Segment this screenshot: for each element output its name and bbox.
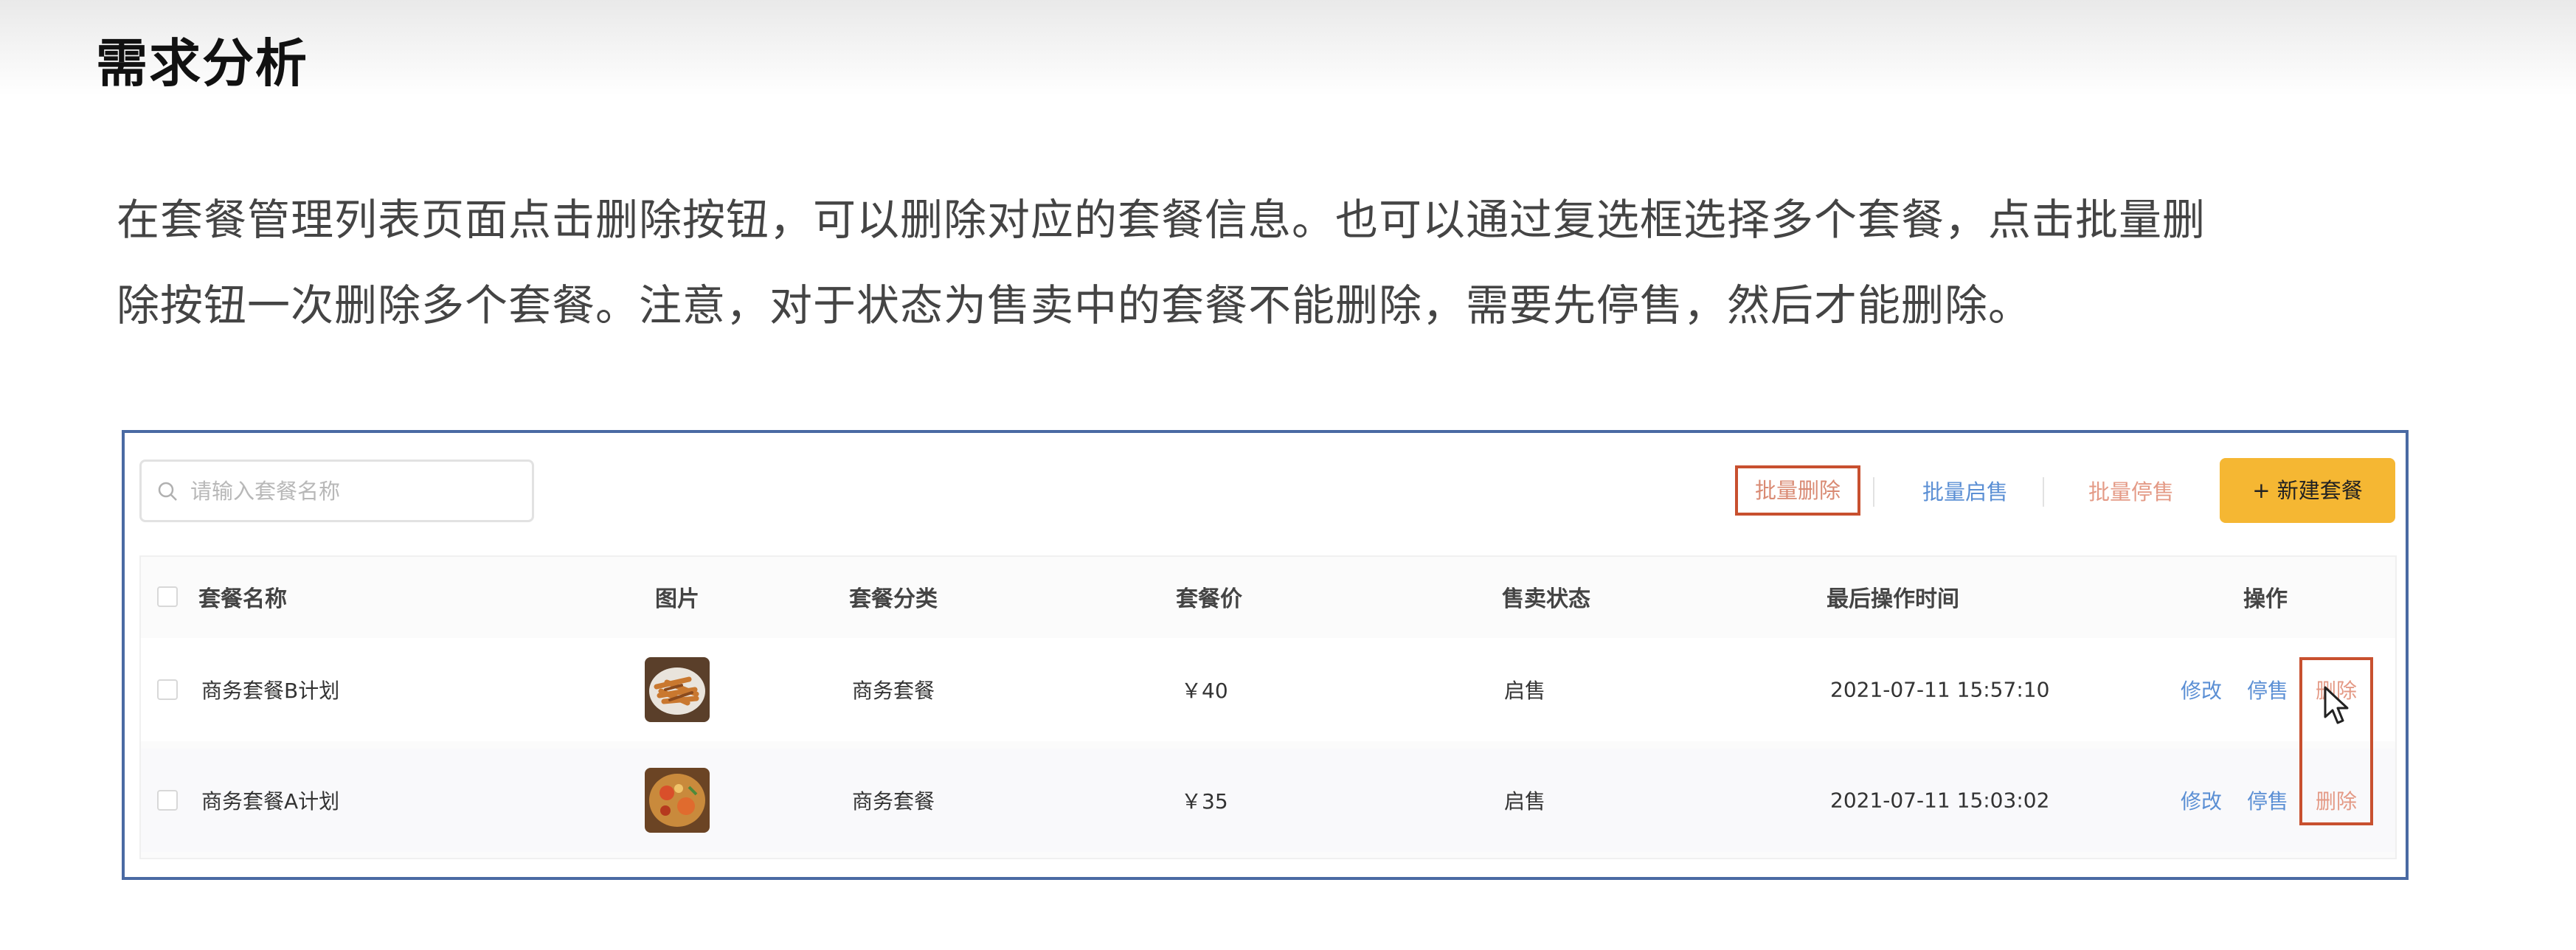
combo-image	[645, 657, 710, 722]
table-header: 套餐名称 图片 套餐分类 套餐价 售卖状态 最后操作时间 操作	[141, 560, 2395, 634]
column-header: 售卖状态	[1502, 586, 1590, 612]
search-input[interactable]	[189, 477, 502, 505]
column-header: 套餐分类	[849, 586, 938, 612]
toolbar-divider	[1873, 477, 1874, 507]
new-combo-button[interactable]: + 新建套餐	[2220, 458, 2395, 523]
combo-name: 商务套餐B计划	[201, 679, 340, 703]
description-line-1: 在套餐管理列表页面点击删除按钮，可以删除对应的套餐信息。也可以通过复选框选择多个…	[117, 195, 2206, 245]
table-row: 商务套餐A计划 商务套餐 ￥35 启售 2021-07-11 15:03:02 …	[141, 749, 2395, 852]
table-row: 商务套餐B计划 商务套餐 ￥40 启售 2021-07-11 15:57:10 …	[141, 638, 2395, 741]
header-shade	[0, 0, 2576, 96]
combo-price: ￥35	[1181, 789, 1228, 814]
combo-image	[645, 768, 710, 833]
combo-table: 套餐名称 图片 套餐分类 套餐价 售卖状态 最后操作时间 操作 商务套餐B计划 …	[139, 555, 2397, 859]
description-line-2: 除按钮一次删除多个套餐。注意，对于状态为售卖中的套餐不能删除，需要先停售，然后才…	[117, 280, 2032, 330]
disable-link[interactable]: 停售	[2247, 786, 2288, 815]
combo-price: ￥40	[1181, 679, 1228, 703]
last-modified-time: 2021-07-11 15:03:02	[1830, 788, 2050, 813]
page-title: 需求分析	[96, 33, 308, 94]
column-header: 图片	[655, 586, 699, 612]
last-modified-time: 2021-07-11 15:57:10	[1830, 677, 2050, 702]
search-icon	[158, 482, 177, 501]
select-all-checkbox[interactable]	[157, 586, 178, 607]
search-box[interactable]	[139, 460, 534, 522]
toolbar-divider	[2043, 477, 2044, 507]
row-checkbox[interactable]	[157, 679, 178, 700]
column-header: 最后操作时间	[1827, 586, 1959, 612]
batch-delete-button[interactable]: 批量删除	[1735, 465, 1860, 516]
row-checkbox[interactable]	[157, 790, 178, 811]
edit-link[interactable]: 修改	[2181, 675, 2222, 704]
combo-name: 商务套餐A计划	[201, 789, 340, 814]
batch-enable-button[interactable]: 批量启售	[1891, 470, 2039, 514]
combo-category: 商务套餐	[852, 679, 935, 703]
combo-status: 启售	[1504, 679, 1546, 703]
combo-category: 商务套餐	[852, 789, 935, 814]
disable-link[interactable]: 停售	[2247, 675, 2288, 704]
screenshot-frame: 批量删除 批量启售 批量停售 + 新建套餐 套餐名称 图片 套餐分类 套餐价 售…	[122, 430, 2409, 880]
column-header: 套餐名称	[198, 586, 287, 612]
description: 在套餐管理列表页面点击删除按钮，可以删除对应的套餐信息。也可以通过复选框选择多个…	[117, 177, 2433, 348]
column-header: 操作	[2243, 586, 2288, 612]
delete-column-highlight	[2299, 657, 2373, 825]
edit-link[interactable]: 修改	[2181, 786, 2222, 815]
column-header: 套餐价	[1176, 586, 1242, 612]
batch-disable-button[interactable]: 批量停售	[2057, 470, 2205, 514]
mouse-cursor-icon	[2324, 686, 2349, 724]
combo-status: 启售	[1504, 789, 1546, 814]
